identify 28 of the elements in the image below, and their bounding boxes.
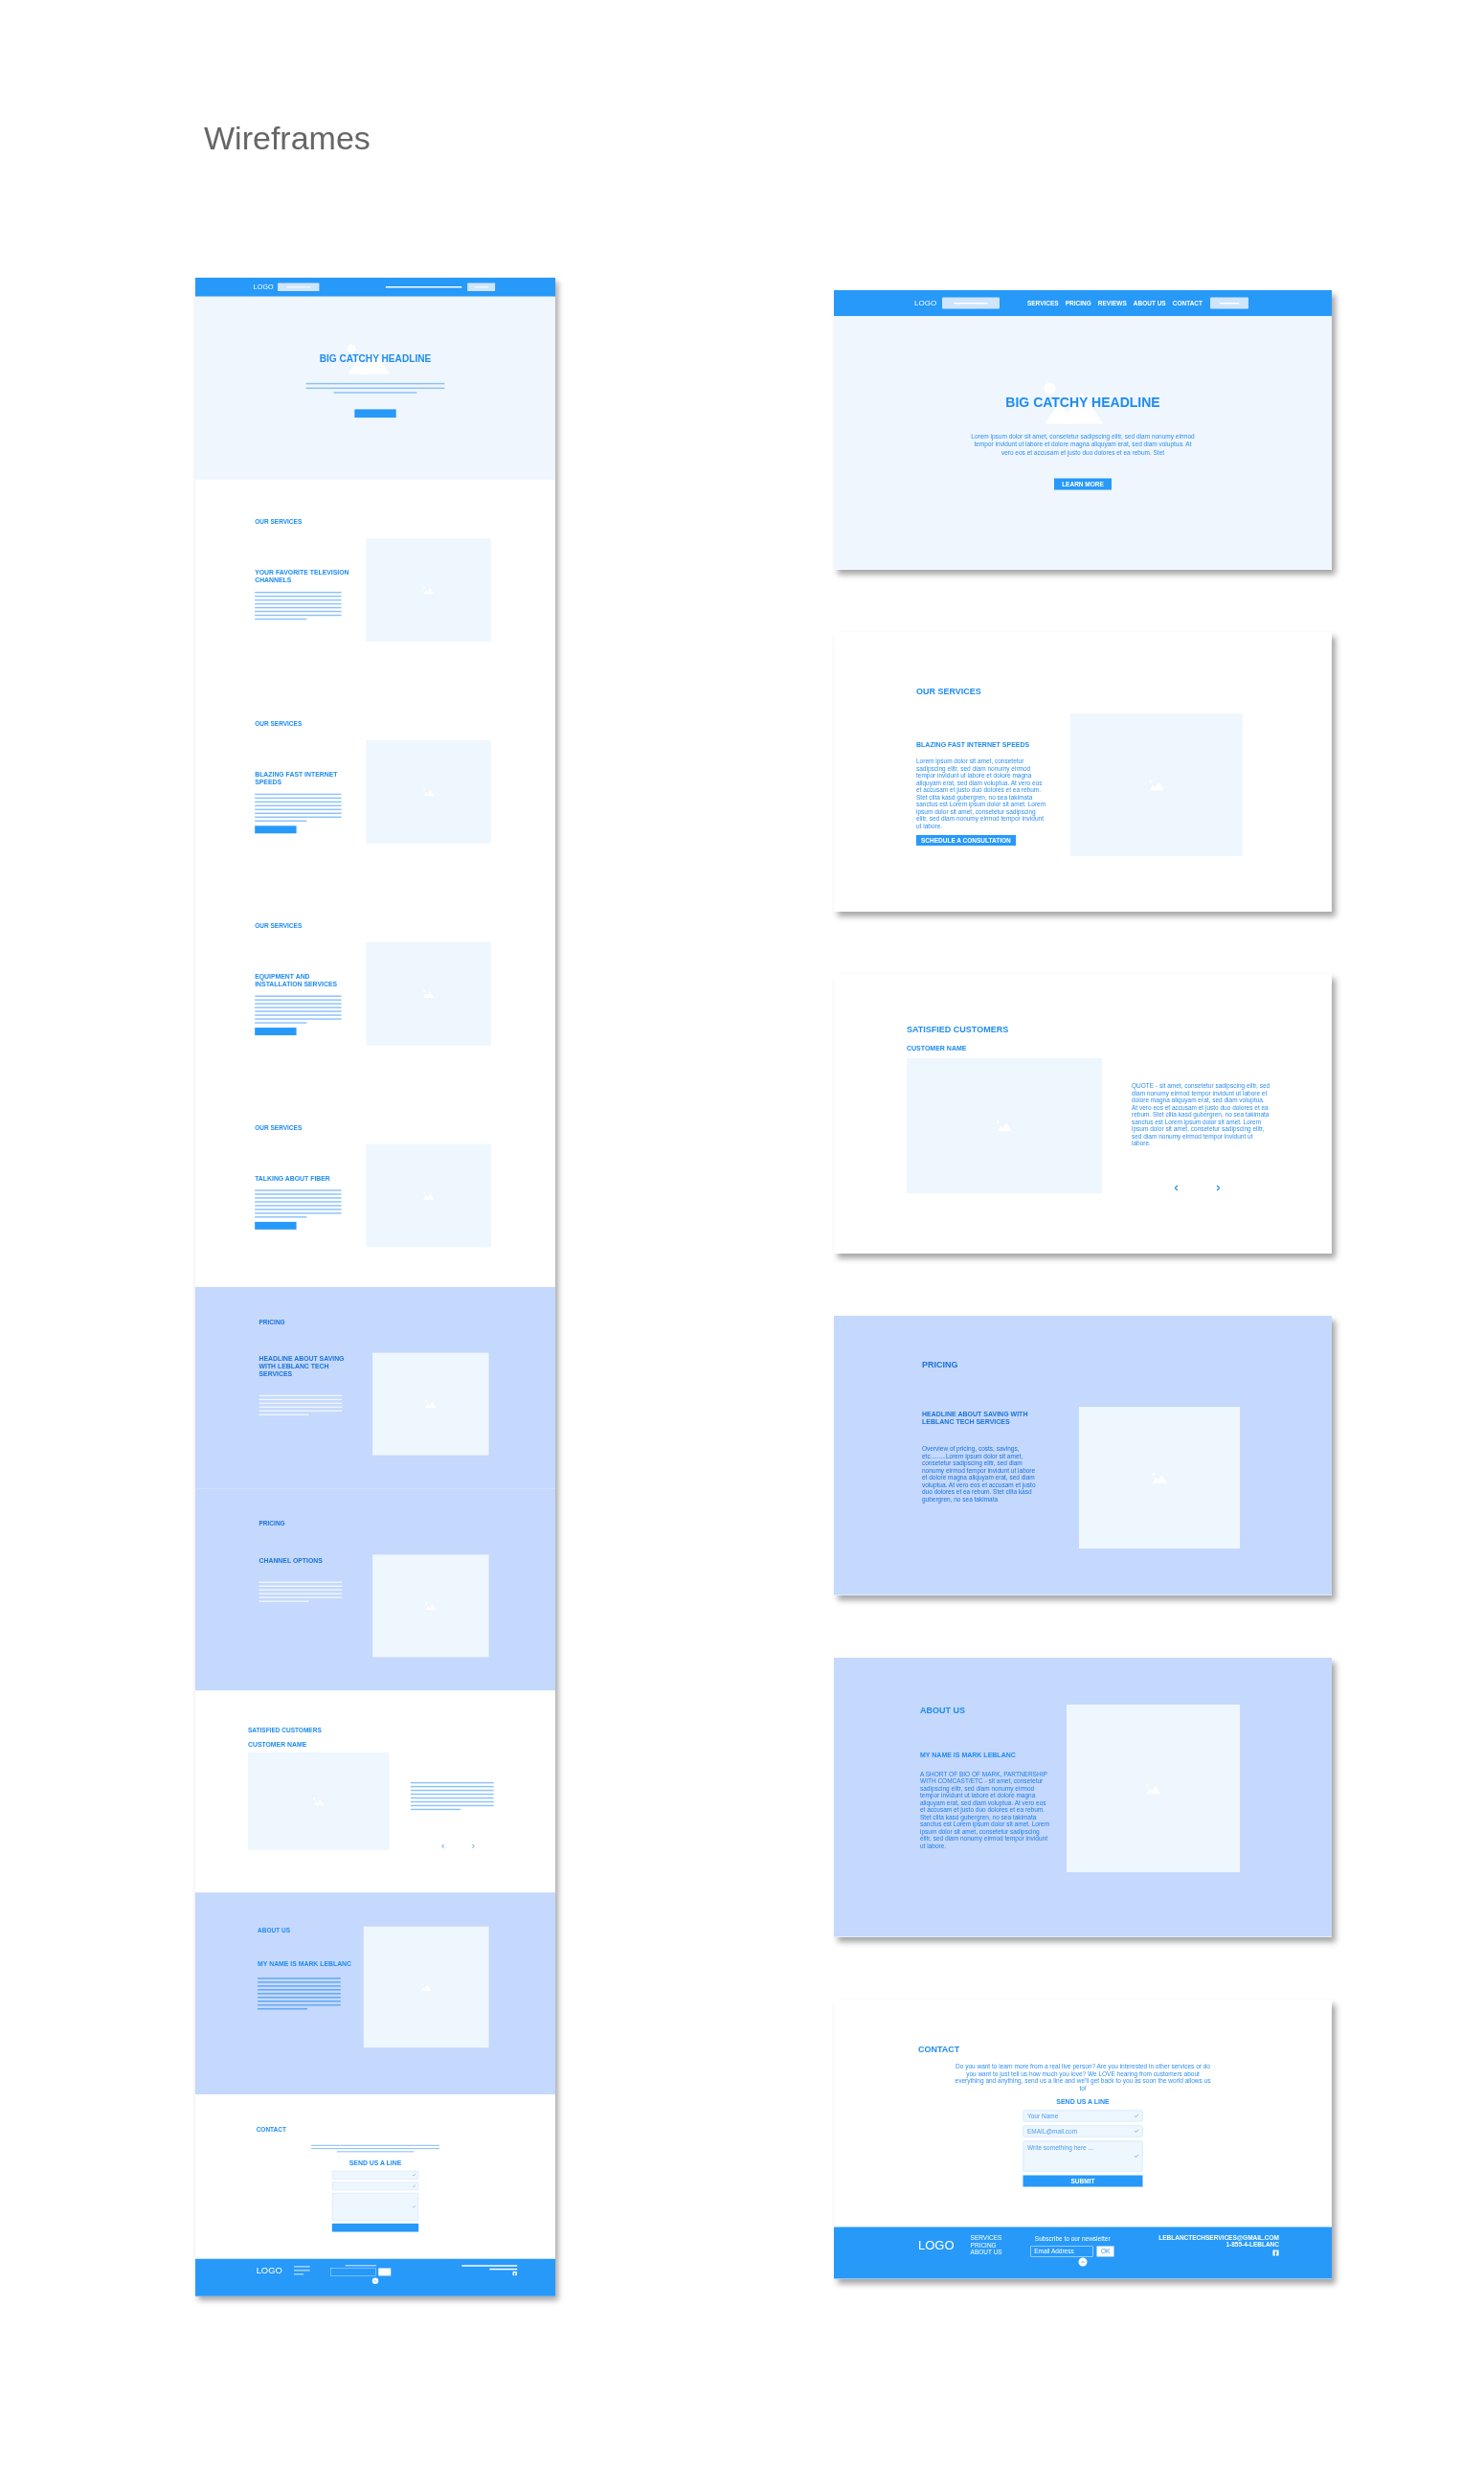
facebook-icon[interactable] xyxy=(1272,2250,1279,2257)
submit-button[interactable] xyxy=(331,2223,419,2232)
footer-logo[interactable]: LOGO xyxy=(918,2235,955,2255)
section-title: OUR SERVICES xyxy=(916,686,982,696)
scroll-top-button[interactable] xyxy=(371,2277,379,2285)
footer-logo[interactable]: LOGO xyxy=(256,2263,282,2277)
hero-headline: BIG CATCHY HEADLINE xyxy=(1005,395,1160,410)
input-field[interactable] xyxy=(331,2170,419,2180)
text-lines-drawing xyxy=(1220,302,1239,305)
section-title: ABOUT US xyxy=(920,1705,966,1715)
page-title: Wireframes xyxy=(203,119,371,157)
learn-more-button[interactable] xyxy=(354,409,396,418)
logo[interactable]: LOGO xyxy=(914,297,937,309)
ok-button[interactable] xyxy=(378,2268,392,2276)
header-button[interactable] xyxy=(1210,297,1248,309)
facebook-icon[interactable] xyxy=(512,2271,518,2276)
header-button[interactable] xyxy=(467,283,496,292)
section-title: SATISFIED CUSTOMERS xyxy=(907,1024,1010,1034)
hero-headline: BIG CATCHY HEADLINE xyxy=(319,352,432,365)
section-title: CONTACT xyxy=(917,2044,961,2054)
text-lines-drawing xyxy=(954,302,988,305)
section-title: PRICING xyxy=(922,1359,959,1369)
consultation-button[interactable] xyxy=(255,1028,297,1036)
consultation-button[interactable] xyxy=(255,1221,297,1230)
input-field[interactable] xyxy=(331,2182,419,2191)
message-field[interactable] xyxy=(331,2193,419,2221)
scroll-top-button[interactable] xyxy=(1078,2257,1088,2267)
consultation-button[interactable] xyxy=(255,825,297,834)
